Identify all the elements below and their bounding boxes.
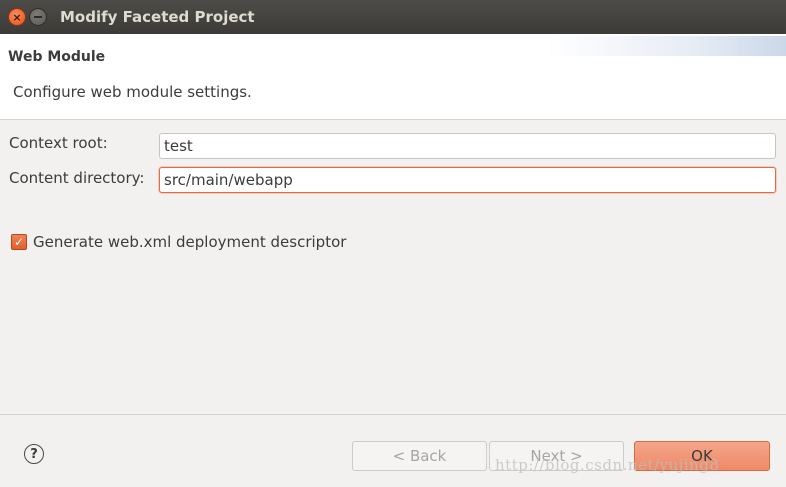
page-description: Configure web module settings. [13,83,252,101]
minimize-window-icon[interactable] [29,8,47,26]
generate-descriptor-checkbox[interactable]: ✓ [11,234,27,250]
footer-divider [0,414,786,415]
generate-descriptor-option[interactable]: ✓ Generate web.xml deployment descriptor [11,233,346,251]
close-window-icon[interactable]: × [8,8,26,26]
content-directory-label: Content directory: [9,169,145,187]
title-bar: × Modify Faceted Project [0,0,786,34]
modify-faceted-project-dialog: × Modify Faceted Project Web Module Conf… [0,0,786,487]
help-glyph: ? [30,446,38,462]
generate-descriptor-label[interactable]: Generate web.xml deployment descriptor [33,233,346,251]
check-icon: ✓ [13,235,25,249]
context-root-input[interactable] [159,133,776,159]
window-title: Modify Faceted Project [60,8,255,26]
page-title: Web Module [8,49,106,65]
back-button[interactable]: < Back [352,441,487,471]
page-header: Web Module Configure web module settings… [0,34,786,120]
context-root-label: Context root: [9,134,108,152]
help-icon[interactable]: ? [24,444,44,464]
watermark-text: http://blog.csdn.net/yujing8 [495,456,720,474]
content-directory-input[interactable] [159,167,776,193]
close-glyph: × [12,10,22,24]
header-banner-graphic [546,36,786,56]
